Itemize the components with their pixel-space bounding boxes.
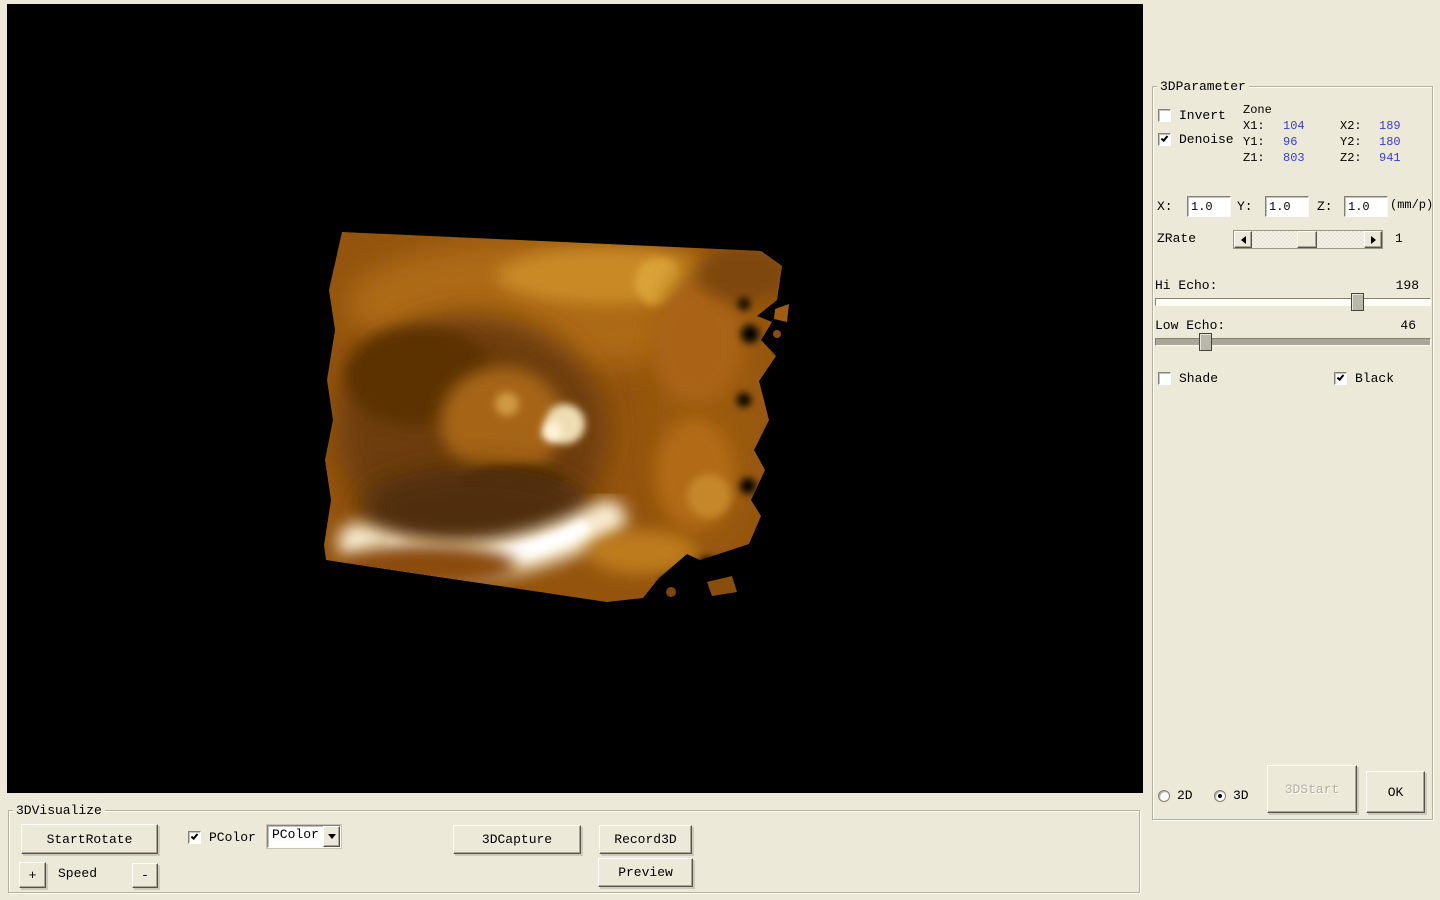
zone-x1-label: X1: (1243, 119, 1265, 133)
invert-label: Invert (1179, 108, 1226, 123)
pcolor-label: PColor (209, 830, 256, 845)
scale-z-input[interactable] (1344, 196, 1388, 217)
zone-x2-value: 189 (1379, 119, 1401, 133)
chevron-down-icon (327, 834, 336, 839)
zone-y2-value: 180 (1379, 135, 1401, 149)
black-label: Black (1355, 371, 1395, 386)
zone-z2-value: 941 (1379, 151, 1401, 165)
shade-checkbox[interactable]: Shade (1158, 371, 1218, 386)
speed-label: Speed (58, 866, 98, 881)
zrate-value: 1 (1395, 231, 1403, 246)
parameter-panel-title: 3DParameter (1157, 79, 1249, 94)
mode-2d-label: 2D (1177, 788, 1193, 803)
invert-checkbox-box[interactable] (1158, 109, 1171, 122)
invert-checkbox[interactable]: Invert (1158, 108, 1226, 123)
low-echo-slider-thumb[interactable] (1199, 333, 1212, 351)
shade-label: Shade (1179, 371, 1219, 386)
zone-y1-value: 96 (1283, 135, 1298, 149)
hi-echo-value: 198 (1395, 278, 1419, 293)
speed-plus-button[interactable]: + (19, 862, 46, 888)
zone-z1-value: 803 (1283, 151, 1305, 165)
pcolor-checkbox[interactable]: PColor (188, 830, 256, 845)
scale-z-label: Z: (1317, 199, 1333, 214)
speed-minus-button[interactable]: - (132, 863, 158, 888)
app-window: 3DParameter Invert Denoise Zone X1: 104 … (0, 0, 1440, 900)
visualize-panel-title: 3DVisualize (13, 803, 105, 818)
pcolor-select[interactable]: PColor (267, 825, 341, 848)
zrate-scroll-left-button[interactable] (1234, 231, 1252, 248)
check-icon (1160, 134, 1169, 142)
zone-z2-label: Z2: (1340, 151, 1362, 165)
zone-title: Zone (1243, 103, 1272, 117)
low-echo-value: 46 (1400, 318, 1416, 333)
arrow-left-icon (1240, 235, 1246, 244)
preview-button[interactable]: Preview (598, 858, 693, 887)
denoise-label: Denoise (1179, 132, 1234, 147)
zone-y2-label: Y2: (1340, 135, 1362, 149)
low-echo-slider-track[interactable] (1155, 338, 1431, 346)
mode-2d-radio[interactable]: 2D (1158, 788, 1193, 803)
mode-3d-radio[interactable]: 3D (1214, 788, 1249, 803)
pcolor-checkbox-box[interactable] (188, 831, 201, 844)
check-icon (190, 832, 199, 840)
low-echo-label: Low Echo: (1155, 318, 1226, 333)
radio-2d-circle[interactable] (1158, 789, 1170, 802)
record-3d-button[interactable]: Record3D (599, 825, 692, 854)
zrate-scroll-track[interactable] (1252, 231, 1364, 248)
arrow-right-icon (1370, 235, 1376, 244)
scale-y-label: Y: (1237, 199, 1253, 214)
radio-dot-icon (1218, 793, 1222, 798)
zrate-scroll-right-button[interactable] (1364, 231, 1382, 248)
pcolor-select-value: PColor (272, 827, 319, 842)
zone-x1-value: 104 (1283, 119, 1305, 133)
hi-echo-label: Hi Echo: (1155, 278, 1218, 293)
render-viewport[interactable] (7, 4, 1143, 793)
zrate-scroll-thumb[interactable] (1297, 231, 1317, 248)
shade-checkbox-box[interactable] (1158, 372, 1171, 385)
zrate-label: ZRate (1157, 231, 1197, 246)
parameter-panel: 3DParameter Invert Denoise Zone X1: 104 … (1152, 79, 1434, 820)
denoise-checkbox-box[interactable] (1158, 133, 1171, 146)
start-3d-button[interactable]: 3DStart (1267, 765, 1357, 813)
zrate-scrollbar[interactable] (1233, 230, 1383, 249)
start-rotate-button[interactable]: StartRotate (21, 824, 158, 854)
capture-3d-button[interactable]: 3DCapture (453, 825, 581, 854)
scale-x-input[interactable] (1187, 196, 1231, 217)
mode-3d-label: 3D (1233, 788, 1249, 803)
hi-echo-slider-thumb[interactable] (1351, 293, 1364, 311)
zone-y1-label: Y1: (1243, 135, 1265, 149)
pcolor-select-dropdown-button[interactable] (323, 826, 340, 847)
radio-3d-circle[interactable] (1214, 789, 1226, 802)
visualize-panel: 3DVisualize StartRotate + Speed - PColor… (8, 803, 1140, 893)
black-checkbox-box[interactable] (1334, 372, 1347, 385)
hi-echo-slider-track[interactable] (1155, 298, 1431, 306)
denoise-checkbox[interactable]: Denoise (1158, 132, 1234, 147)
scale-unit-label: (mm/p) (1390, 198, 1434, 212)
zone-x2-label: X2: (1340, 119, 1362, 133)
ok-button[interactable]: OK (1366, 771, 1425, 813)
scale-y-input[interactable] (1265, 196, 1309, 217)
scale-x-label: X: (1157, 199, 1173, 214)
black-checkbox[interactable]: Black (1334, 371, 1394, 386)
ultrasound-volume-render (324, 232, 789, 602)
check-icon (1336, 373, 1345, 381)
zone-z1-label: Z1: (1243, 151, 1265, 165)
